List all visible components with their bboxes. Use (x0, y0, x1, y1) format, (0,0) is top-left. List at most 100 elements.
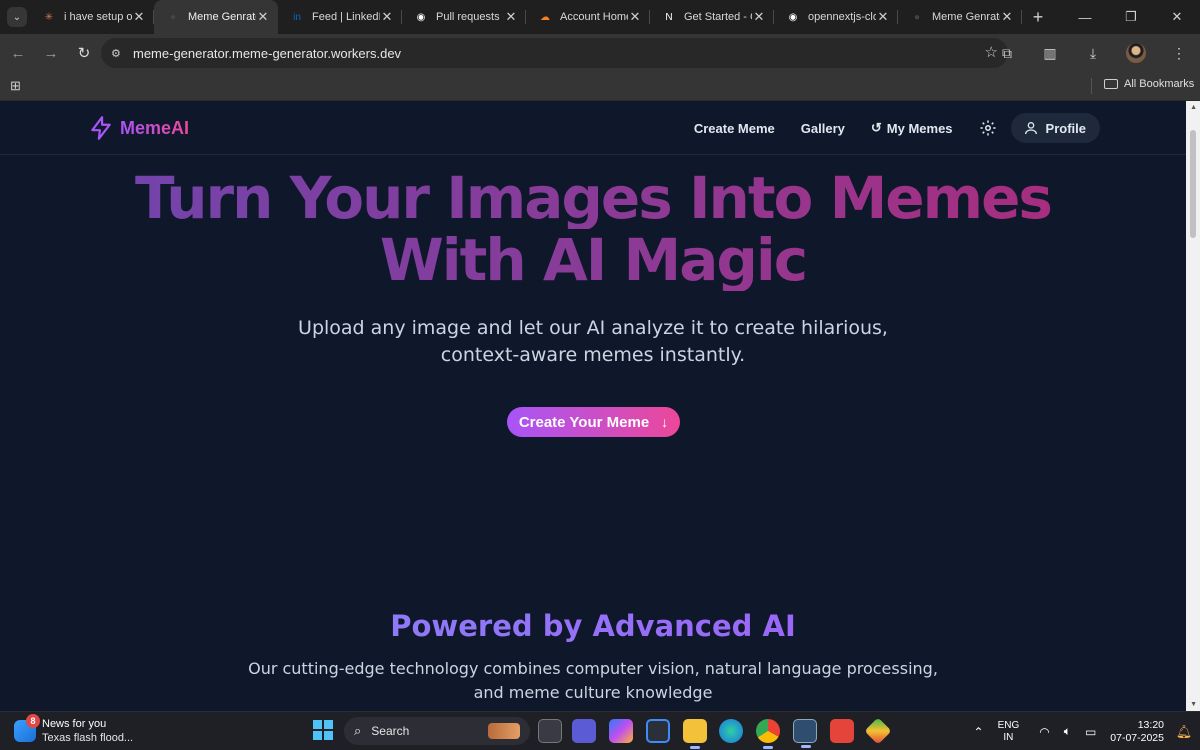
page-viewport: MemeAI Create Meme Gallery ↺ My Memes Pr… (0, 101, 1200, 711)
vscode-window-icon[interactable] (793, 719, 817, 748)
extensions-icon[interactable]: ⧉ (992, 38, 1022, 68)
nav-my-memes-label: My Memes (886, 120, 953, 136)
language-top: ENG (997, 719, 1020, 731)
task-view-icon[interactable] (538, 719, 562, 743)
profile-avatar[interactable] (1121, 38, 1151, 68)
tab-close-icon[interactable]: ✕ (628, 9, 642, 25)
github-icon: ◉ (788, 11, 798, 23)
file-explorer-icon[interactable] (683, 719, 707, 749)
teams-icon[interactable] (572, 719, 596, 743)
url-text[interactable]: meme-generator.meme-generator.workers.de… (133, 46, 401, 61)
meme-favicon-icon: ● (169, 11, 177, 23)
cloudflare-icon: ☁ (540, 11, 550, 23)
github-icon: ◉ (416, 11, 426, 23)
scroll-down-icon[interactable]: ▼ (1190, 701, 1197, 708)
all-bookmarks-button[interactable]: All Bookmarks (1104, 78, 1194, 90)
section-title: Powered by Advanced AI (0, 609, 1186, 643)
browser-tab[interactable]: ● Meme Genrator✕ (898, 0, 1022, 34)
chevron-up-icon[interactable]: ⌃ (974, 725, 984, 739)
browser-tab[interactable]: in Feed | LinkedIn✕ (278, 0, 402, 34)
forward-arrow-icon[interactable]: → (36, 38, 66, 68)
profile-button[interactable]: Profile (1010, 113, 1100, 143)
hero-subtitle: Upload any image and let our AI analyze … (298, 317, 888, 366)
tab-close-icon[interactable]: ✕ (132, 9, 146, 25)
close-window-icon[interactable]: ✕ (1154, 0, 1200, 34)
window-controls: — ❐ ✕ (1062, 0, 1200, 34)
reading-mode-icon[interactable]: ▥ (1035, 38, 1065, 68)
news-widget[interactable]: 8 News for you Texas flash flood... (14, 714, 133, 745)
browser-tab[interactable]: ✳ i have setup on ✕ (30, 0, 154, 34)
language-indicator[interactable]: ENG IN (998, 720, 1020, 744)
history-icon: ↺ (870, 120, 882, 135)
profile-label: Profile (1045, 120, 1086, 136)
menu-kebab-icon[interactable]: ⋮ (1164, 38, 1194, 68)
copilot-icon[interactable] (609, 719, 633, 743)
taskbar-search[interactable]: ⌕ Search (344, 717, 530, 745)
chrome-icon[interactable] (756, 719, 780, 749)
tab-title: Feed | LinkedIn (312, 11, 380, 23)
hero-title-line-1: Turn Your Images Into Memes (0, 167, 1186, 229)
nav-my-memes[interactable]: ↺ My Memes (871, 120, 953, 136)
page-scrollbar[interactable]: ▲ ▼ (1186, 101, 1200, 711)
download-icon[interactable]: ⤓ (1078, 38, 1108, 68)
scroll-thumb[interactable] (1190, 130, 1196, 238)
new-tab-button[interactable]: + (1024, 3, 1052, 31)
claude-icon: ✳ (44, 11, 54, 23)
notification-bell-icon[interactable]: 🔔︎ (1174, 724, 1194, 740)
tab-close-icon[interactable]: ✕ (876, 9, 890, 25)
browser-tab[interactable]: N Get Started - C ✕ (650, 0, 774, 34)
edge-icon[interactable] (719, 719, 743, 743)
search-highlight-icon (488, 723, 520, 739)
microsoft-store-icon[interactable] (646, 719, 670, 743)
snipping-tool-icon[interactable] (830, 719, 854, 743)
logo-text: MemeAI (120, 117, 190, 138)
user-icon (1024, 122, 1037, 135)
address-bar[interactable]: ⚙ meme-generator.meme-generator.workers.… (101, 38, 1008, 68)
cta-label: Create Your Meme (518, 413, 650, 431)
site-logo[interactable]: MemeAI (88, 115, 189, 141)
nav-create-meme[interactable]: Create Meme (694, 121, 775, 136)
news-text: News for you Texas flash flood... (42, 717, 133, 745)
browser-tab[interactable]: ◉ Pull requests · ✕ (402, 0, 526, 34)
news-badge: 8 (26, 714, 40, 728)
git-icon[interactable] (864, 717, 892, 745)
hero-title-line-2: With AI Magic (0, 229, 1186, 291)
battery-icon[interactable]: ▭ (1085, 725, 1096, 739)
minimize-icon[interactable]: — (1062, 0, 1108, 34)
toolbar-actions: ⧉ ▥ ⤓ ⋮ (979, 38, 1194, 68)
site-info-icon[interactable]: ⚙ (111, 47, 127, 60)
tab-close-icon[interactable]: ✕ (1000, 9, 1014, 25)
tab-title: Account Home (560, 11, 628, 23)
apps-grid-icon[interactable]: ⊞ (10, 78, 21, 94)
bookmarks-bar: ⊞ All Bookmarks (0, 72, 1200, 101)
tab-title: Meme Genrator (932, 11, 1000, 23)
tab-close-icon[interactable]: ✕ (380, 9, 394, 25)
tab-close-icon[interactable]: ✕ (752, 9, 766, 25)
arrow-down-icon: ↓ (661, 414, 669, 430)
tab-close-icon[interactable]: ✕ (256, 9, 270, 25)
meme-favicon-icon: ● (913, 11, 921, 23)
nav-gallery[interactable]: Gallery (801, 121, 845, 136)
search-icon: ⌕ (354, 723, 362, 738)
reload-icon[interactable]: ↻ (69, 38, 99, 68)
browser-tab[interactable]: ☁ Account Home ✕ (526, 0, 650, 34)
linkedin-icon: in (293, 11, 301, 23)
language-bottom: IN (1003, 731, 1014, 743)
system-tray: ⌃ ENG IN ◠ 🔈︎ ▭ 13:20 07-07-2025 🔔︎ (974, 712, 1200, 750)
tab-close-icon[interactable]: ✕ (504, 9, 518, 25)
tab-search-button[interactable]: ⌄ (7, 7, 27, 27)
windows-start-icon[interactable] (313, 720, 333, 740)
clock[interactable]: 13:20 07-07-2025 (1110, 719, 1164, 745)
back-arrow-icon[interactable]: ← (3, 38, 33, 68)
tab-title: opennextjs-clo (808, 11, 876, 23)
browser-tab[interactable]: ◉ opennextjs-clo ✕ (774, 0, 898, 34)
wifi-icon[interactable]: ◠ (1039, 725, 1049, 739)
volume-icon[interactable]: 🔈︎ (1064, 724, 1071, 739)
section-subtitle: Our cutting-edge technology combines com… (248, 659, 938, 702)
scroll-up-icon[interactable]: ▲ (1190, 104, 1197, 111)
create-your-meme-button[interactable]: Create Your Meme ↓ (507, 407, 680, 437)
settings-gear-icon[interactable] (979, 119, 997, 137)
site-header: MemeAI Create Meme Gallery ↺ My Memes Pr… (0, 101, 1186, 155)
restore-icon[interactable]: ❐ (1108, 0, 1154, 34)
browser-tab[interactable]: ● Meme Genrator✕ (154, 0, 278, 34)
